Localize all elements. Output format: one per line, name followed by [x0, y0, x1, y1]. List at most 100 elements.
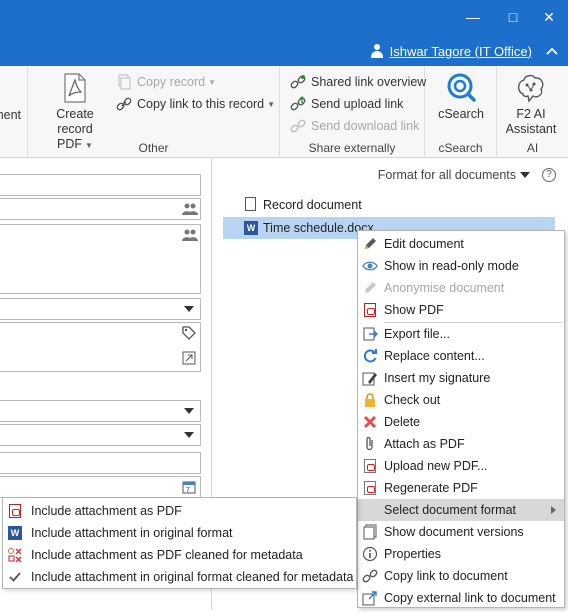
record-document-row[interactable]: Record document	[223, 194, 362, 216]
submenu-label: Include attachment as PDF cleaned for me…	[31, 548, 303, 562]
send-download-link-button[interactable]: Send download link	[290, 116, 419, 136]
people-icon[interactable]	[182, 228, 198, 242]
menu-label: Attach as PDF	[384, 437, 465, 451]
menu-regenerate-pdf[interactable]: Regenerate PDF	[358, 477, 564, 499]
svg-text:7: 7	[186, 487, 190, 494]
format-for-all-documents-dropdown[interactable]: Format for all documents ?	[378, 168, 556, 182]
ribbon-group-label-other: Other	[138, 141, 169, 155]
submenu-include-as-pdf[interactable]: Include attachment as PDF	[3, 500, 356, 522]
upload-link-icon	[290, 96, 306, 112]
calendar-icon[interactable]: 7	[182, 480, 196, 494]
submenu-arrow-icon	[551, 506, 556, 514]
ribbon: ment Create record PDF▼ Copy record▼ Cop…	[0, 66, 568, 158]
submenu-include-pdf-cleaned[interactable]: Include attachment as PDF cleaned for me…	[3, 544, 356, 566]
form-field-5[interactable]	[0, 452, 201, 474]
menu-show-pdf[interactable]: Show PDF	[358, 299, 564, 321]
pdf-icon	[59, 72, 91, 104]
pdf-icon	[362, 302, 378, 318]
eye-icon	[362, 258, 378, 274]
tag-icon[interactable]	[182, 326, 196, 340]
menu-attach-as-pdf[interactable]: Attach as PDF	[358, 433, 564, 455]
menu-properties[interactable]: Properties	[358, 543, 564, 565]
menu-select-document-format[interactable]: Select document format	[358, 499, 564, 521]
ribbon-group-share-externally: Shared link overview Send upload link Se…	[280, 66, 426, 158]
menu-upload-new-pdf[interactable]: Upload new PDF...	[358, 455, 564, 477]
copy-link-record-label: Copy link to this record	[137, 97, 265, 111]
caret-down-icon	[184, 306, 194, 312]
shared-link-overview-label: Shared link overview	[311, 75, 427, 89]
form-field-4[interactable]	[0, 322, 201, 372]
menu-insert-signature[interactable]: Insert my signature	[358, 367, 564, 389]
copy-link-record-button[interactable]: Copy link to this record ▼	[116, 94, 275, 114]
format-label: Format for all documents	[377, 168, 516, 182]
menu-edit-document[interactable]: Edit document	[358, 233, 564, 255]
submenu-include-original-format[interactable]: W Include attachment in original format	[3, 522, 356, 544]
pdf-upload-icon	[362, 458, 378, 474]
collapse-ribbon-button[interactable]	[546, 42, 558, 58]
form-field-1[interactable]	[0, 174, 201, 196]
form-field-2[interactable]	[0, 198, 201, 220]
send-download-link-label: Send download link	[311, 119, 420, 133]
menu-export-file[interactable]: Export file...	[358, 323, 564, 345]
form-field-3[interactable]	[0, 224, 201, 294]
menu-show-read-only[interactable]: Show in read-only mode	[358, 255, 564, 277]
people-icon[interactable]	[182, 202, 198, 216]
menu-check-out[interactable]: Check out	[358, 389, 564, 411]
submenu-label: Include attachment in original format cl…	[31, 570, 354, 584]
pdf-clean-icon	[7, 547, 23, 563]
caret-down-icon	[184, 408, 194, 414]
form-dropdown-3[interactable]	[0, 424, 201, 446]
user-icon	[370, 44, 384, 58]
link-icon	[116, 96, 132, 112]
menu-copy-link-document[interactable]: Copy link to document	[358, 565, 564, 587]
menu-label: Regenerate PDF	[384, 481, 478, 495]
ai-assistant-button[interactable]: F2 AI Assistant	[499, 72, 563, 137]
csearch-label: cSearch	[438, 107, 484, 121]
expand-icon[interactable]	[182, 351, 196, 365]
ribbon-group-label-share: Share externally	[308, 141, 396, 155]
form-dropdown-2[interactable]	[0, 400, 201, 422]
copy-record-button[interactable]: Copy record ▼	[116, 72, 216, 92]
maximize-button[interactable]: □	[502, 6, 524, 28]
caret-down-icon	[184, 432, 194, 438]
minimize-button[interactable]: —	[462, 6, 484, 28]
csearch-button[interactable]: cSearch	[431, 72, 491, 122]
shared-link-icon	[290, 74, 306, 90]
menu-label: Show in read-only mode	[384, 259, 519, 273]
menu-label: Copy link to document	[384, 569, 508, 583]
menu-anonymise-document[interactable]: Anonymise document	[358, 277, 564, 299]
word-icon: W	[243, 220, 258, 236]
link-icon	[362, 568, 378, 584]
help-icon[interactable]: ?	[542, 168, 556, 182]
menu-label: Properties	[384, 547, 441, 561]
close-button[interactable]: ✕	[538, 6, 560, 28]
menu-replace-content[interactable]: Replace content...	[358, 345, 564, 367]
menu-copy-external-link[interactable]: Copy external link to document	[358, 587, 564, 609]
caret-down-icon	[520, 172, 530, 178]
menu-label: Anonymise document	[384, 281, 505, 295]
user-name[interactable]: Ishwar Tagore (IT Office)	[390, 44, 532, 59]
info-icon	[362, 546, 378, 562]
user-link[interactable]: Ishwar Tagore (IT Office)	[370, 42, 532, 60]
csearch-icon	[445, 72, 477, 104]
ribbon-partial-label[interactable]: ment	[0, 108, 21, 122]
brain-icon	[515, 72, 547, 104]
menu-delete[interactable]: Delete	[358, 411, 564, 433]
menu-label: Show PDF	[384, 303, 444, 317]
form-date-field[interactable]: 7	[0, 476, 201, 498]
title-bar: — □ ✕ Ishwar Tagore (IT Office)	[0, 0, 568, 66]
menu-label: Upload new PDF...	[384, 459, 488, 473]
shared-link-overview-button[interactable]: Shared link overview	[290, 72, 426, 92]
menu-show-document-versions[interactable]: Show document versions	[358, 521, 564, 543]
paperclip-icon	[362, 436, 378, 452]
pencil-icon	[362, 280, 378, 296]
submenu-include-original-cleaned[interactable]: Include attachment in original format cl…	[3, 566, 356, 588]
pdf-icon	[7, 503, 23, 519]
replace-icon	[362, 348, 378, 364]
pencil-icon	[362, 236, 378, 252]
menu-label: Copy external link to document	[384, 591, 556, 605]
ai-assistant-line1: F2 AI	[516, 107, 546, 121]
document-context-menu: Edit document Show in read-only mode Ano…	[357, 230, 565, 608]
send-upload-link-button[interactable]: Send upload link	[290, 94, 403, 114]
form-dropdown-1[interactable]	[0, 298, 201, 320]
